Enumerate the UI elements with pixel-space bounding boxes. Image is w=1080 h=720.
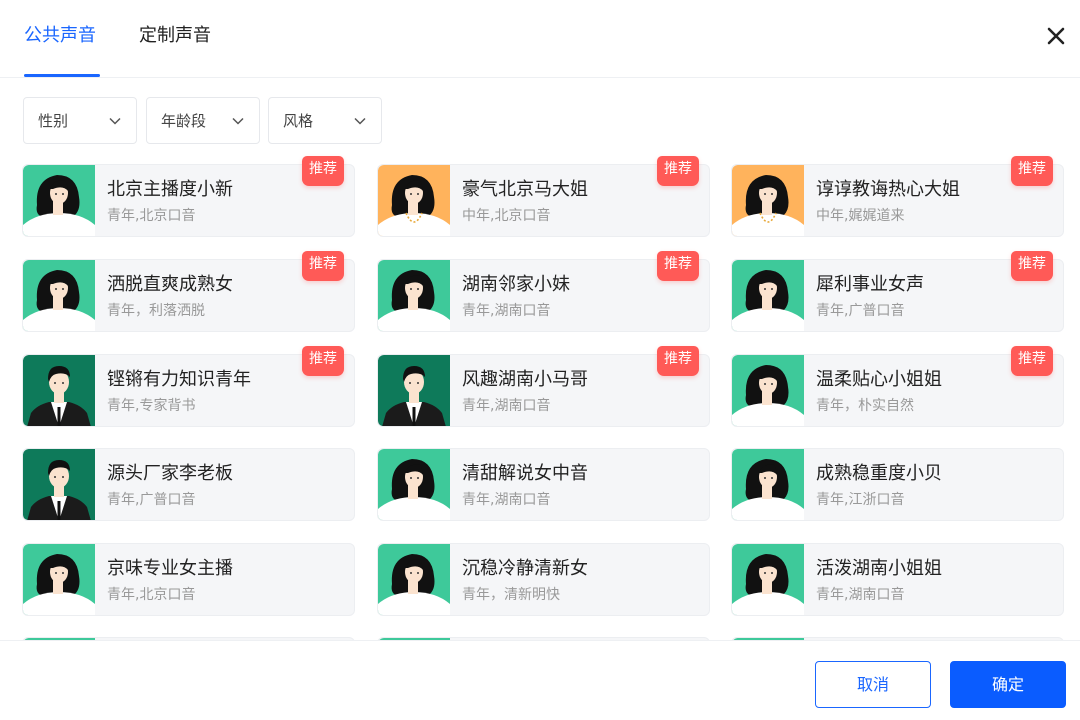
avatar	[732, 544, 804, 615]
avatar	[378, 449, 450, 520]
voice-grid: 北京主播度小新 青年,北京口音 推荐 豪气北京马大姐 中年,北京口音 推荐 谆谆教诲热心大姐…	[0, 150, 1080, 640]
voice-description: 中年,北京口音	[462, 208, 551, 224]
voice-name: 风趣湖南小马哥	[462, 369, 588, 390]
voice-name: 源头厂家李老板	[107, 463, 233, 484]
recommended-badge: 推荐	[302, 346, 344, 376]
recommended-badge: 推荐	[1011, 156, 1053, 186]
voice-name: 沉稳冷静清新女	[462, 558, 588, 579]
voice-description: 青年,专家背书	[107, 398, 196, 414]
voice-description: 青年,广普口音	[107, 492, 196, 508]
voice-name: 清甜解说女中音	[462, 463, 588, 484]
avatar	[23, 544, 95, 615]
voice-description: 青年,湖南口音	[462, 492, 551, 508]
filter-age-label: 年龄段	[161, 112, 207, 130]
cancel-button[interactable]: 取消	[815, 661, 931, 708]
voice-description: 青年,湖南口音	[462, 303, 551, 319]
voice-name: 温柔贴心小姐姐	[816, 369, 942, 390]
voice-card[interactable]: 源头厂家李老板青年,广普口音	[22, 448, 355, 521]
confirm-button[interactable]: 确定	[950, 661, 1066, 708]
chevron-down-icon	[109, 117, 121, 125]
voice-card[interactable]: 成熟稳重度小贝青年,江浙口音	[731, 448, 1064, 521]
recommended-badge: 推荐	[657, 251, 699, 281]
filter-gender[interactable]: 性别	[23, 97, 137, 144]
voice-name: 谆谆教诲热心大姐	[816, 179, 960, 200]
voice-description: 青年,江浙口音	[816, 492, 905, 508]
voice-name: 成熟稳重度小贝	[816, 463, 942, 484]
voice-card[interactable]: 沉稳冷静清新女青年，清新明快	[377, 543, 710, 616]
tab-custom-voices[interactable]: 定制声音	[139, 24, 211, 48]
voice-name: 北京主播度小新	[107, 179, 233, 200]
avatar	[732, 355, 804, 426]
active-tab-indicator	[24, 74, 100, 77]
filter-gender-label: 性别	[38, 112, 69, 130]
recommended-badge: 推荐	[302, 251, 344, 281]
voice-name: 湖南邻家小妹	[462, 274, 570, 295]
avatar	[23, 449, 95, 520]
filter-style-label: 风格	[283, 112, 314, 130]
recommended-badge: 推荐	[302, 156, 344, 186]
avatar	[378, 355, 450, 426]
filter-style[interactable]: 风格	[268, 97, 382, 144]
voice-description: 青年,广普口音	[816, 303, 905, 319]
recommended-badge: 推荐	[657, 346, 699, 376]
voice-description: 青年,湖南口音	[462, 398, 551, 414]
voice-description: 青年,北京口音	[107, 587, 196, 603]
voice-name: 京味专业女主播	[107, 558, 233, 579]
voice-name: 活泼湖南小姐姐	[816, 558, 942, 579]
avatar	[378, 165, 450, 236]
voice-card[interactable]: 活泼湖南小姐姐青年,湖南口音	[731, 543, 1064, 616]
avatar	[23, 355, 95, 426]
voice-name: 犀利事业女声	[816, 274, 924, 295]
voice-name: 洒脱直爽成熟女	[107, 274, 233, 295]
avatar	[732, 260, 804, 331]
voice-description: 青年，利落洒脱	[107, 303, 205, 319]
voice-card[interactable]: 清甜解说女中音青年,湖南口音	[377, 448, 710, 521]
voice-description: 青年,湖南口音	[816, 587, 905, 603]
avatar	[23, 260, 95, 331]
tab-bar: 公共声音 定制声音	[0, 0, 1080, 78]
footer-divider	[0, 640, 1080, 641]
recommended-badge: 推荐	[1011, 251, 1053, 281]
voice-card[interactable]: 京味专业女主播青年,北京口音	[22, 543, 355, 616]
voice-description: 青年，清新明快	[462, 587, 560, 603]
avatar	[732, 165, 804, 236]
voice-name: 豪气北京马大姐	[462, 179, 588, 200]
chevron-down-icon	[354, 117, 366, 125]
voice-description: 青年，朴实自然	[816, 398, 914, 414]
recommended-badge: 推荐	[657, 156, 699, 186]
filter-age[interactable]: 年龄段	[146, 97, 260, 144]
recommended-badge: 推荐	[1011, 346, 1053, 376]
close-icon	[1047, 27, 1065, 45]
avatar	[378, 260, 450, 331]
voice-name: 铿锵有力知识青年	[107, 369, 251, 390]
avatar	[732, 449, 804, 520]
avatar	[23, 165, 95, 236]
tab-public-voices[interactable]: 公共声音	[24, 24, 96, 48]
voice-description: 中年,娓娓道来	[816, 208, 905, 224]
voice-description: 青年,北京口音	[107, 208, 196, 224]
chevron-down-icon	[232, 117, 244, 125]
avatar	[378, 544, 450, 615]
close-button[interactable]	[1044, 24, 1068, 48]
